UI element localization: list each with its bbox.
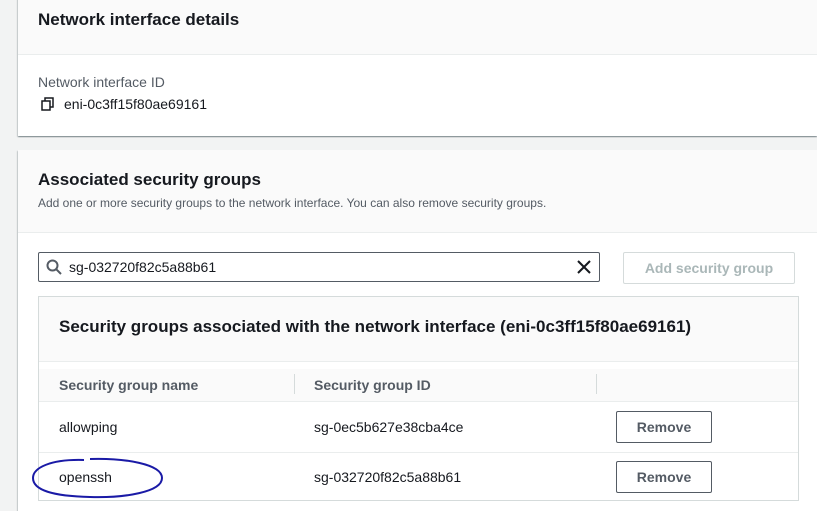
remove-button[interactable]: Remove xyxy=(616,461,712,493)
add-security-group-button[interactable]: Add security group xyxy=(623,252,795,284)
column-header-row: Security group name Security group ID xyxy=(39,369,798,402)
security-group-search[interactable] xyxy=(38,252,600,282)
security-groups-header: Associated security groups Add one or mo… xyxy=(18,150,817,233)
network-interface-details-panel: Network interface details Network interf… xyxy=(18,0,817,136)
security-groups-title: Associated security groups xyxy=(38,170,261,189)
table-row: allowping sg-0ec5b627e38cba4ce Remove xyxy=(39,402,798,453)
security-groups-description: Add one or more security groups to the n… xyxy=(38,196,547,210)
security-group-id: sg-032720f82c5a88b61 xyxy=(314,469,462,485)
copy-icon[interactable] xyxy=(40,96,56,112)
network-interface-id-row: eni-0c3ff15f80ae69161 xyxy=(40,96,207,112)
column-header-id[interactable]: Security group ID xyxy=(314,377,431,393)
security-group-search-input[interactable] xyxy=(69,257,569,277)
column-divider[interactable] xyxy=(596,374,597,394)
close-icon[interactable] xyxy=(576,259,592,275)
associated-security-groups-panel: Associated security groups Add one or mo… xyxy=(18,150,817,511)
network-interface-id-label: Network interface ID xyxy=(38,74,165,90)
column-header-name[interactable]: Security group name xyxy=(59,377,198,393)
security-group-id: sg-0ec5b627e38cba4ce xyxy=(314,419,464,435)
details-title: Network interface details xyxy=(38,10,240,29)
table-header: Security groups associated with the netw… xyxy=(39,297,798,362)
security-group-name: allowping xyxy=(59,419,118,435)
table-title: Security groups associated with the netw… xyxy=(59,317,692,336)
table-row: openssh sg-032720f82c5a88b61 Remove xyxy=(39,452,798,502)
security-group-name: openssh xyxy=(59,469,112,485)
remove-button[interactable]: Remove xyxy=(616,411,712,443)
details-header: Network interface details xyxy=(18,0,817,55)
security-groups-table: Security groups associated with the netw… xyxy=(38,296,799,501)
search-icon xyxy=(46,259,62,275)
column-divider[interactable] xyxy=(294,374,295,394)
network-interface-id-value: eni-0c3ff15f80ae69161 xyxy=(64,96,207,112)
